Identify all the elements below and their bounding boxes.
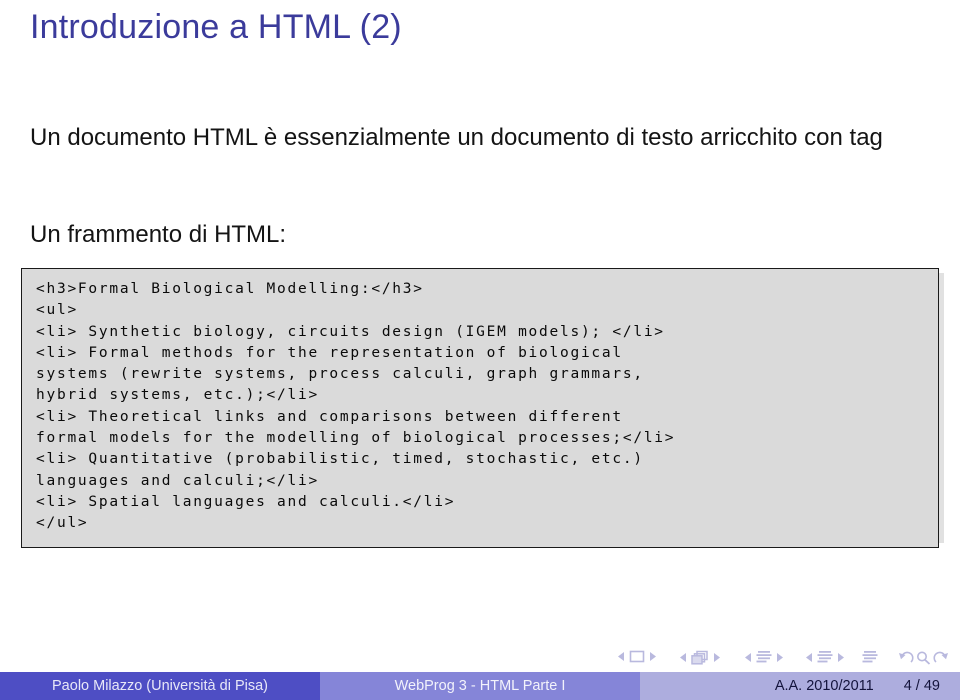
next-section-icon[interactable] bbox=[837, 652, 844, 662]
body-paragraph-intro: Un documento HTML è essenzialmente un do… bbox=[30, 124, 883, 151]
beamer-navigation-bar bbox=[0, 648, 960, 674]
prev-section-icon[interactable] bbox=[806, 652, 813, 662]
square-icon[interactable] bbox=[629, 650, 645, 663]
footer-bar: Paolo Milazzo (Università di Pisa) WebPr… bbox=[0, 672, 960, 700]
code-block: <h3>Formal Biological Modelling:</h3> <u… bbox=[21, 268, 939, 548]
nav-group-history bbox=[898, 651, 949, 665]
nav-group-slide bbox=[618, 650, 656, 663]
nav-group-section bbox=[806, 650, 844, 664]
lines-icon[interactable] bbox=[817, 650, 833, 664]
undo-arrow-icon[interactable] bbox=[898, 651, 915, 665]
page-title: Introduzione a HTML (2) bbox=[30, 8, 402, 46]
body-paragraph-fragment-label: Un frammento di HTML: bbox=[30, 221, 287, 248]
footer-page-number: 4 / 49 bbox=[903, 678, 940, 694]
prev-frame-icon[interactable] bbox=[680, 653, 687, 662]
prev-subsection-icon[interactable] bbox=[745, 652, 752, 662]
nav-group-frame bbox=[680, 650, 720, 665]
next-frame-icon[interactable] bbox=[713, 653, 720, 662]
footer-subject: WebProg 3 - HTML Parte I bbox=[320, 672, 640, 700]
nav-group-document bbox=[862, 650, 878, 664]
next-subsection-icon[interactable] bbox=[776, 652, 783, 662]
next-slide-icon[interactable] bbox=[649, 652, 656, 661]
lines-icon[interactable] bbox=[756, 650, 772, 664]
redo-arrow-icon[interactable] bbox=[932, 651, 949, 665]
footer-meta: A.A. 2010/2011 4 / 49 bbox=[640, 672, 960, 700]
stacked-pages-icon[interactable] bbox=[691, 650, 709, 665]
prev-slide-icon[interactable] bbox=[618, 652, 625, 661]
magnifier-icon[interactable] bbox=[916, 651, 931, 665]
footer-academic-year: A.A. 2010/2011 bbox=[774, 678, 874, 694]
lines-icon[interactable] bbox=[862, 650, 878, 664]
code-block-text: <h3>Formal Biological Modelling:</h3> <u… bbox=[36, 281, 676, 532]
nav-group-subsection bbox=[745, 650, 783, 664]
footer-author: Paolo Milazzo (Università di Pisa) bbox=[0, 672, 320, 700]
code-block-wrapper: <h3>Formal Biological Modelling:</h3> <u… bbox=[21, 268, 944, 548]
